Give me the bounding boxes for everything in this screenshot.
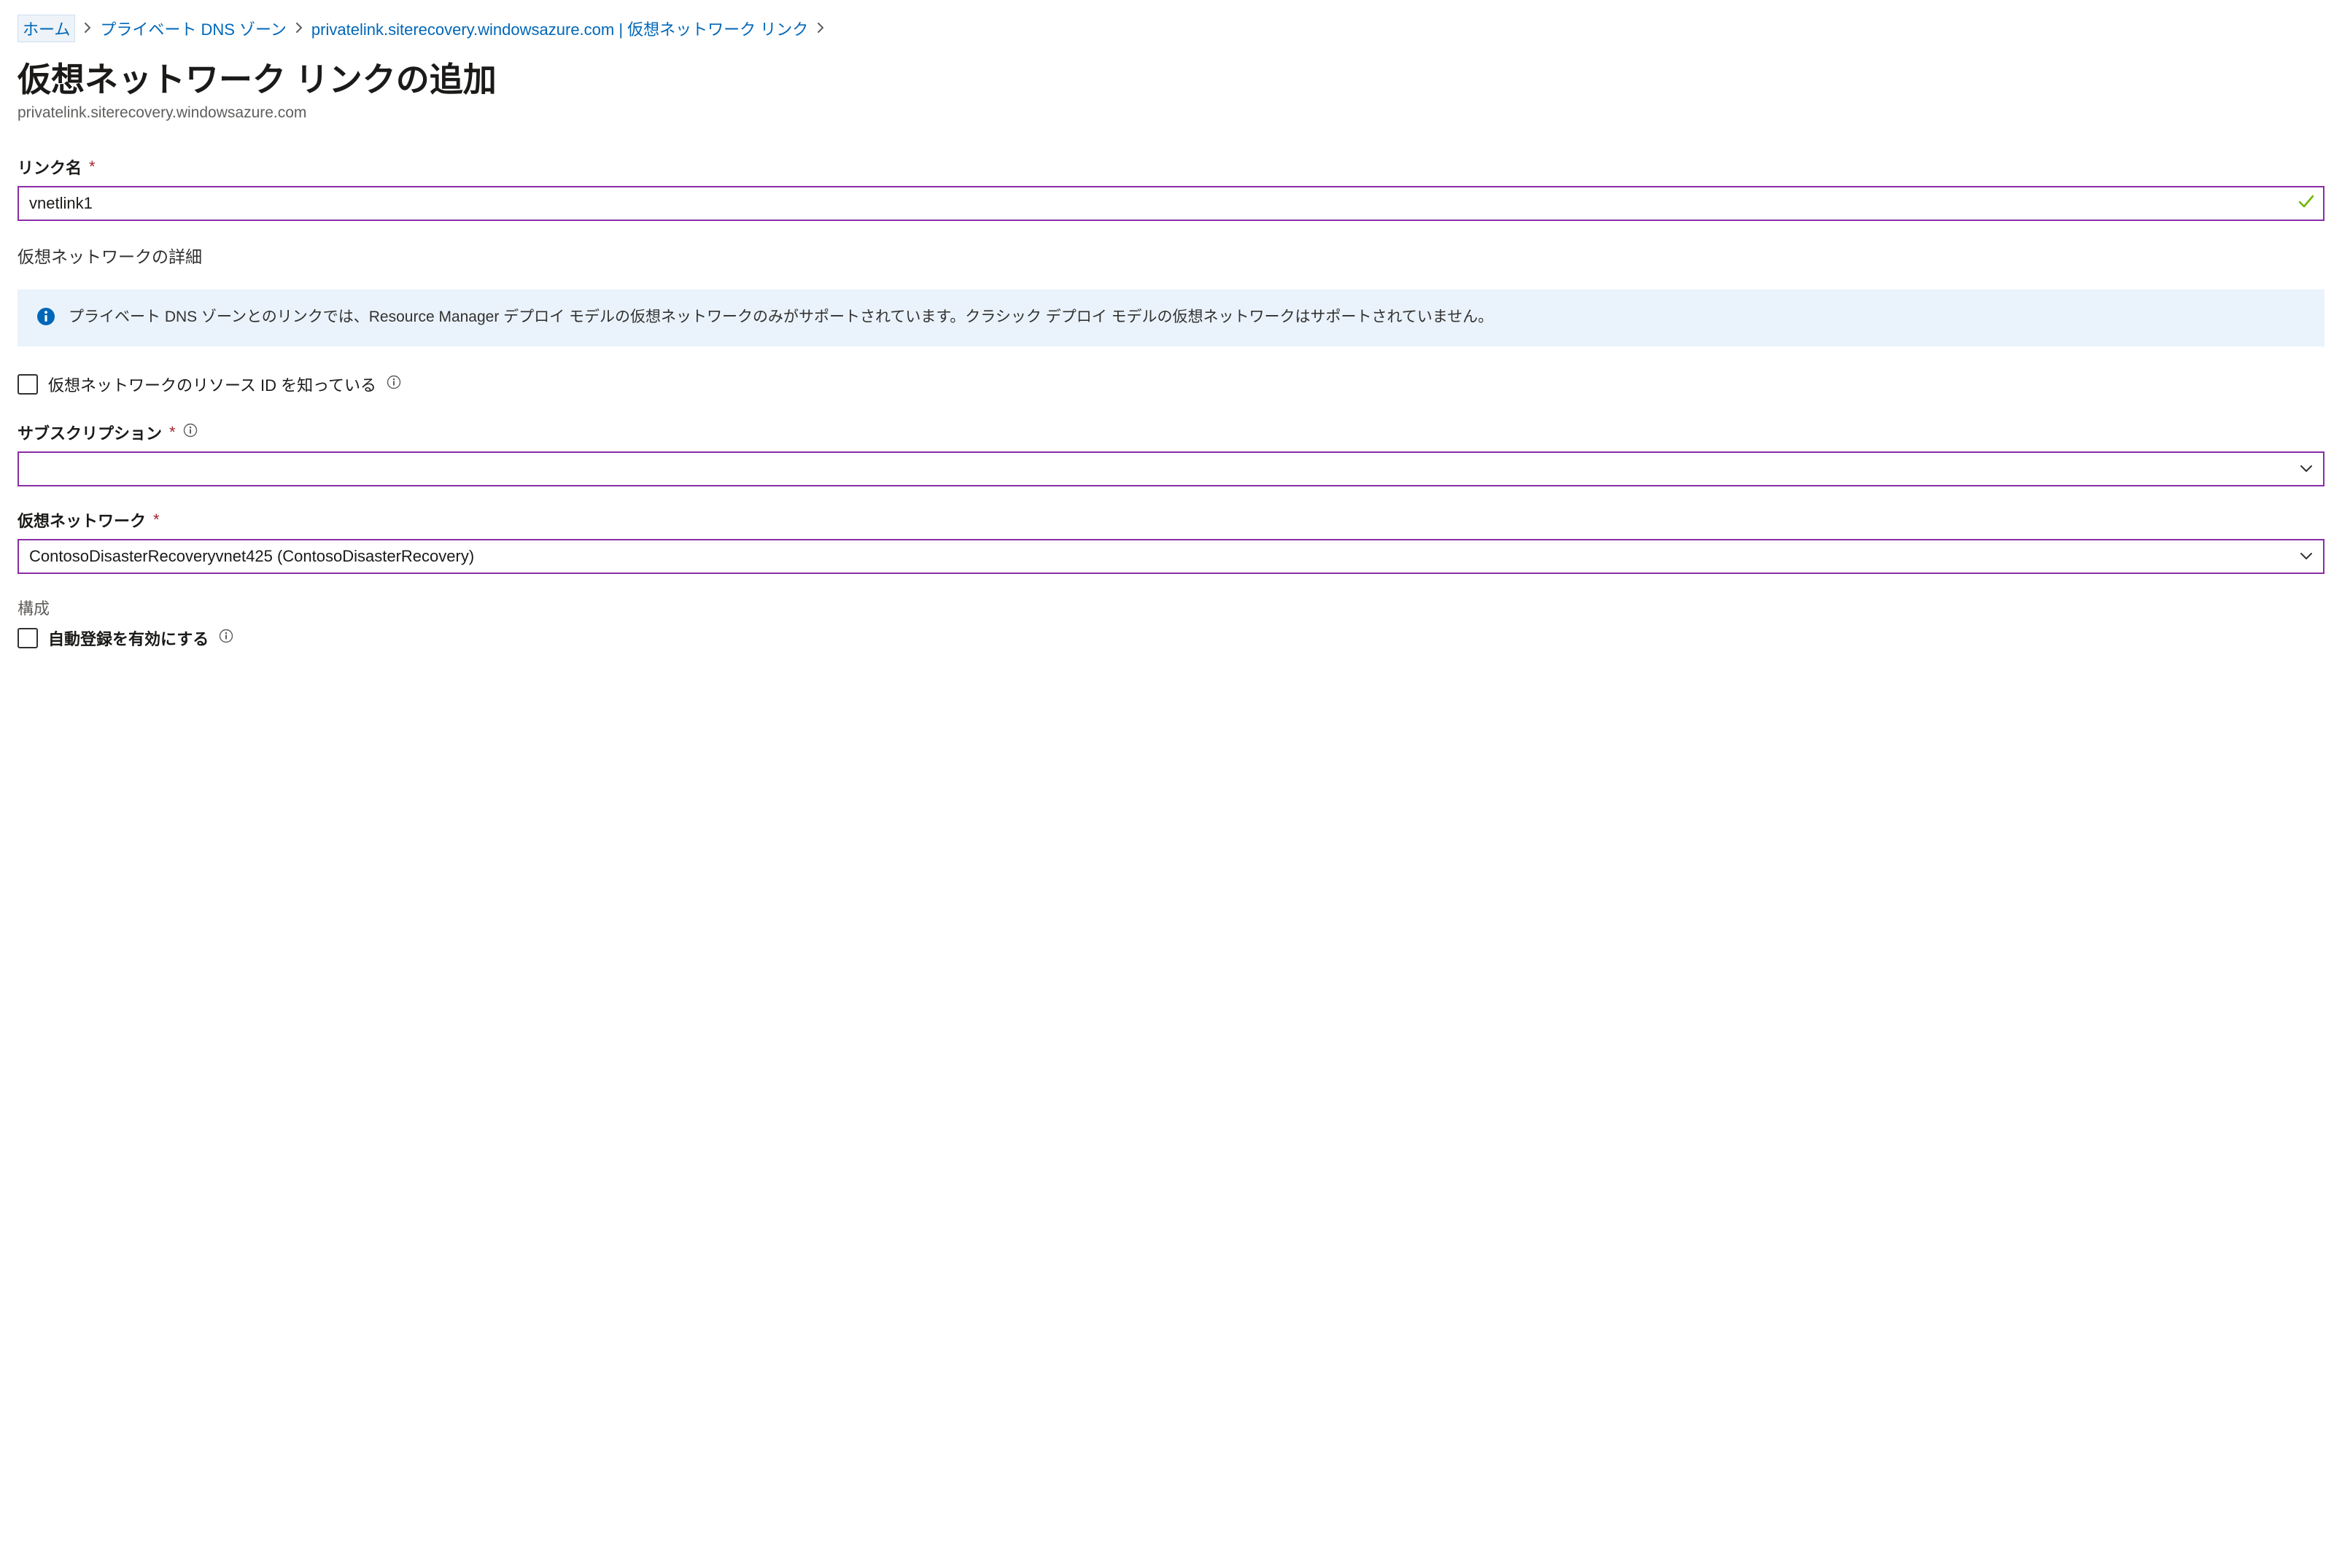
breadcrumb-home[interactable]: ホーム xyxy=(18,15,75,42)
required-indicator: * xyxy=(89,158,96,176)
link-name-input[interactable] xyxy=(18,186,2324,221)
breadcrumb: ホーム プライベート DNS ゾーン privatelink.siterecov… xyxy=(18,15,2324,42)
auto-registration-row: 自動登録を有効にする xyxy=(18,626,2324,650)
know-resource-id-row: 仮想ネットワークのリソース ID を知っている xyxy=(18,373,2324,396)
chevron-right-icon xyxy=(295,21,303,36)
virtual-network-select[interactable]: ContosoDisasterRecoveryvnet425 (ContosoD… xyxy=(18,539,2324,574)
configuration-heading: 構成 xyxy=(18,596,2324,619)
info-text: プライベート DNS ゾーンとのリンクでは、Resource Manager デ… xyxy=(69,306,1493,330)
auto-registration-label: 自動登録を有効にする xyxy=(48,626,209,650)
required-indicator: * xyxy=(169,423,176,442)
info-icon xyxy=(36,307,55,330)
field-link-name: リンク名 * xyxy=(18,155,2324,221)
field-virtual-network: 仮想ネットワーク * ContosoDisasterRecoveryvnet42… xyxy=(18,508,2324,574)
chevron-right-icon xyxy=(817,21,824,36)
auto-registration-checkbox[interactable] xyxy=(18,628,38,648)
info-icon[interactable] xyxy=(387,375,401,394)
chevron-right-icon xyxy=(84,21,91,36)
breadcrumb-zone-detail[interactable]: privatelink.siterecovery.windowsazure.co… xyxy=(311,17,808,40)
page-title: 仮想ネットワーク リンクの追加 xyxy=(18,60,2324,100)
vnet-details-heading: 仮想ネットワークの詳細 xyxy=(18,243,2324,268)
breadcrumb-dns-zones[interactable]: プライベート DNS ゾーン xyxy=(100,17,287,40)
know-resource-id-checkbox[interactable] xyxy=(18,374,38,395)
info-icon[interactable] xyxy=(183,423,198,442)
subscription-select[interactable] xyxy=(18,451,2324,486)
know-resource-id-label: 仮想ネットワークのリソース ID を知っている xyxy=(48,373,376,396)
virtual-network-label: 仮想ネットワーク xyxy=(18,508,146,532)
subscription-label: サブスクリプション xyxy=(18,421,162,444)
info-callout: プライベート DNS ゾーンとのリンクでは、Resource Manager デ… xyxy=(18,290,2324,346)
link-name-label: リンク名 xyxy=(18,155,82,179)
info-icon[interactable] xyxy=(219,629,233,648)
required-indicator: * xyxy=(153,511,160,529)
page-subtitle: privatelink.siterecovery.windowsazure.co… xyxy=(18,104,2324,122)
field-subscription: サブスクリプション * xyxy=(18,421,2324,486)
